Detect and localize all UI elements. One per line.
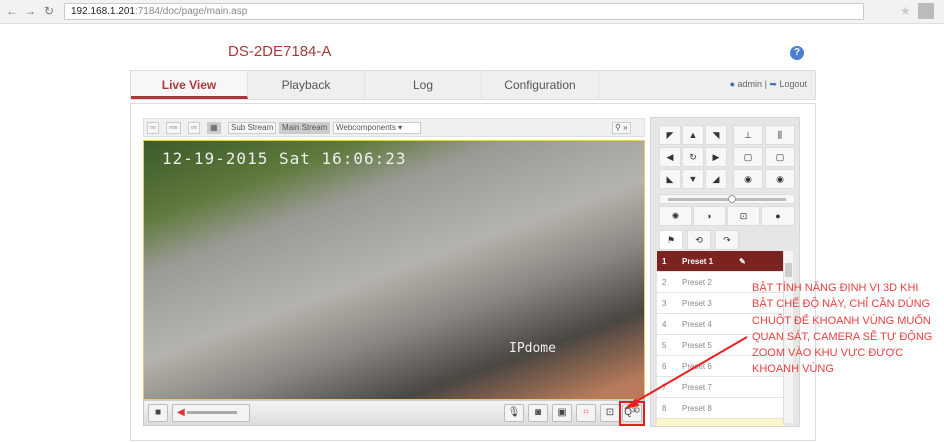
annotation-text: BẬT TÍNH NĂNG ĐỊNH VỊ 3D KHI BẬT CHẾ ĐỘ … <box>752 282 933 376</box>
